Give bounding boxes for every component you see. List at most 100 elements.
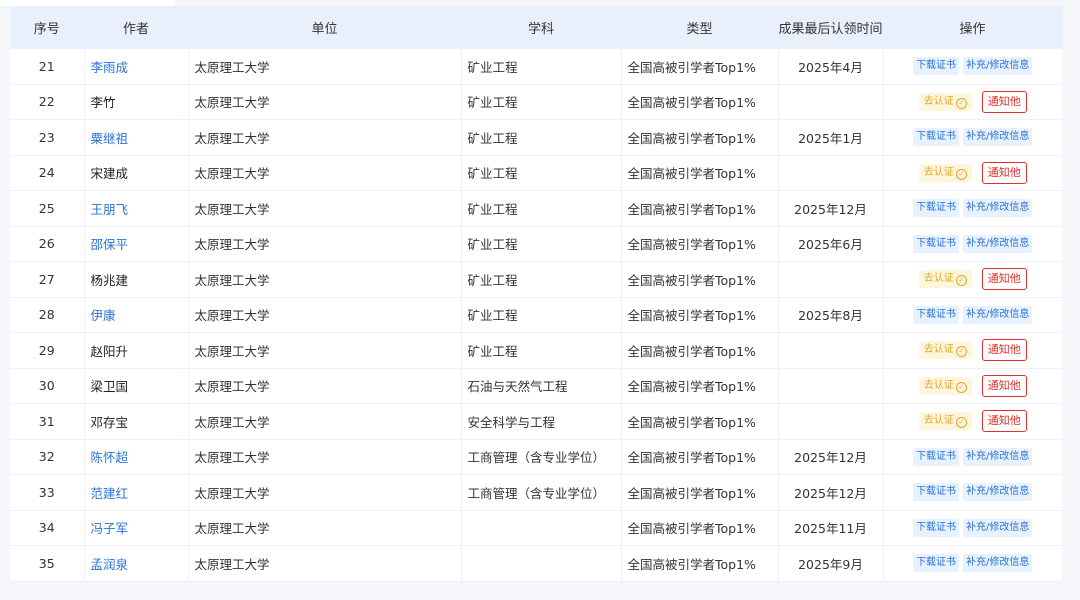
cell-author: 孟润泉 (84, 545, 189, 582)
author-link[interactable]: 李雨成 (91, 60, 129, 75)
table-row: 27 杨兆建 太原理工大学 矿业工程 全国高被引学者Top1% 去认证 ✓ 通知他 (10, 261, 1062, 298)
cell-unit: 太原理工大学 (188, 403, 462, 440)
table-row: 23 粟继祖 太原理工大学 矿业工程 全国高被引学者Top1% 2025年1月 下载证书 补充… (10, 119, 1062, 156)
table-row: 33 范建红 太原理工大学 工商管理（含专业学位） 全国高被引学者Top1% 2025年1… (10, 474, 1062, 511)
notify-button[interactable]: 通知他 (981, 339, 1027, 362)
download-certificate-button[interactable]: 下载证书 (913, 518, 960, 537)
cell-type: 全国高被引学者Top1% (621, 119, 779, 156)
cell-subject: 矿业工程 (461, 332, 622, 369)
cell-unit: 太原理工大学 (188, 545, 462, 582)
cell-author: 王朋飞 (84, 190, 189, 227)
cell-author: 邓存宝 (84, 403, 189, 440)
verify-button[interactable]: 去认证 ✓ (918, 412, 972, 431)
cell-unit: 太原理工大学 (188, 439, 462, 475)
cell-unit: 太原理工大学 (188, 119, 462, 156)
verify-label: 去认证 (923, 95, 954, 107)
table-row: 21 李雨成 太原理工大学 矿业工程 全国高被引学者Top1% 2025年4月 下载证书 补充… (10, 49, 1062, 85)
edit-info-button[interactable]: 补充/修改信息 (963, 483, 1033, 502)
download-certificate-button[interactable]: 下载证书 (913, 483, 960, 502)
verify-label: 去认证 (923, 273, 954, 285)
cell-subject: 工商管理（含专业学位） (461, 439, 622, 475)
verify-button[interactable]: 去认证 ✓ (918, 163, 972, 182)
cell-author: 梁卫国 (84, 368, 189, 404)
edit-info-button[interactable]: 补充/修改信息 (963, 554, 1033, 573)
notify-button[interactable]: 通知他 (981, 161, 1027, 184)
cell-idx: 29 (10, 332, 85, 369)
download-certificate-button[interactable]: 下载证书 (913, 447, 960, 466)
cell-type: 全国高被引学者Top1% (621, 439, 779, 475)
table-row: 24 宋建成 太原理工大学 矿业工程 全国高被引学者Top1% 去认证 ✓ 通知他 (10, 155, 1062, 191)
cell-ops: 下载证书 补充/修改信息 (883, 297, 1062, 333)
cell-idx: 30 (10, 368, 85, 404)
notify-button[interactable]: 通知他 (981, 410, 1027, 433)
author-link[interactable]: 伊康 (91, 308, 116, 323)
table-row: 32 陈怀超 太原理工大学 工商管理（含专业学位） 全国高被引学者Top1% 2025年1… (10, 439, 1062, 475)
edit-info-button[interactable]: 补充/修改信息 (963, 518, 1033, 537)
verify-button[interactable]: 去认证 ✓ (918, 341, 972, 360)
cell-unit: 太原理工大学 (188, 155, 462, 191)
cell-subject: 安全科学与工程 (461, 403, 622, 440)
author-link[interactable]: 范建红 (91, 486, 129, 501)
edit-info-button[interactable]: 补充/修改信息 (963, 128, 1033, 147)
download-certificate-button[interactable]: 下载证书 (913, 128, 960, 147)
check-circle-icon: ✓ (955, 346, 967, 358)
cell-type: 全国高被引学者Top1% (621, 510, 779, 546)
cell-time: 2025年6月 (778, 226, 884, 262)
cell-type: 全国高被引学者Top1% (621, 474, 779, 511)
cell-time: 2025年1月 (778, 119, 884, 156)
cell-unit: 太原理工大学 (188, 368, 462, 404)
cell-author: 赵阳升 (84, 332, 189, 369)
cell-unit: 太原理工大学 (188, 84, 462, 120)
check-circle-icon: ✓ (955, 97, 967, 109)
cell-time (778, 332, 884, 369)
cell-subject: 工商管理（含专业学位） (461, 474, 622, 511)
edit-info-button[interactable]: 补充/修改信息 (963, 305, 1033, 324)
cell-idx: 22 (10, 84, 85, 120)
verify-button[interactable]: 去认证 ✓ (918, 270, 972, 289)
download-certificate-button[interactable]: 下载证书 (913, 554, 960, 573)
verify-button[interactable]: 去认证 ✓ (918, 92, 972, 111)
cell-author: 邵保平 (84, 226, 189, 262)
scholar-table: 序号 作者 单位 学科 类型 成果最后认领时间 操作 21 李雨成 太原理工大学 矿业… (10, 6, 1063, 582)
author-link[interactable]: 冯子军 (91, 521, 129, 536)
table-row: 22 李竹 太原理工大学 矿业工程 全国高被引学者Top1% 去认证 ✓ 通知他 (10, 84, 1062, 120)
notify-button[interactable]: 通知他 (981, 90, 1027, 113)
author-link[interactable]: 邵保平 (91, 237, 129, 252)
edit-info-button[interactable]: 补充/修改信息 (963, 57, 1033, 76)
table-row: 26 邵保平 太原理工大学 矿业工程 全国高被引学者Top1% 2025年6月 下载证书 补充… (10, 226, 1062, 262)
author-name: 杨兆建 (90, 272, 129, 288)
cell-ops: 去认证 ✓ 通知他 (883, 84, 1062, 120)
download-certificate-button[interactable]: 下载证书 (913, 199, 960, 218)
cell-ops: 下载证书 补充/修改信息 (883, 510, 1062, 546)
edit-info-button[interactable]: 补充/修改信息 (963, 447, 1033, 466)
author-link[interactable]: 陈怀超 (91, 450, 129, 465)
cell-ops: 去认证 ✓ 通知他 (883, 261, 1062, 298)
cell-time (778, 261, 884, 298)
cell-author: 粟继祖 (84, 119, 189, 156)
cell-ops: 下载证书 补充/修改信息 (883, 474, 1062, 511)
scholar-table-container: 序号 作者 单位 学科 类型 成果最后认领时间 操作 21 李雨成 太原理工大学 矿业… (10, 6, 1063, 582)
cell-author: 陈怀超 (84, 439, 189, 475)
cell-ops: 去认证 ✓ 通知他 (883, 403, 1062, 440)
notify-button[interactable]: 通知他 (981, 374, 1027, 397)
cell-subject: 矿业工程 (461, 49, 622, 85)
download-certificate-button[interactable]: 下载证书 (913, 305, 960, 324)
cell-type: 全国高被引学者Top1% (621, 403, 779, 440)
author-link[interactable]: 孟润泉 (91, 557, 129, 572)
cell-idx: 32 (10, 439, 85, 475)
author-link[interactable]: 粟继祖 (91, 131, 129, 146)
author-link[interactable]: 王朋飞 (91, 202, 129, 217)
download-certificate-button[interactable]: 下载证书 (913, 57, 960, 76)
notify-button[interactable]: 通知他 (981, 268, 1027, 291)
cell-unit: 太原理工大学 (188, 226, 462, 262)
edit-info-button[interactable]: 补充/修改信息 (963, 199, 1033, 218)
edit-info-button[interactable]: 补充/修改信息 (963, 234, 1033, 253)
verify-button[interactable]: 去认证 ✓ (918, 376, 972, 395)
cell-ops: 去认证 ✓ 通知他 (883, 332, 1062, 369)
table-row: 35 孟润泉 太原理工大学 全国高被引学者Top1% 2025年9月 下载证书 补充/修改信… (10, 545, 1062, 582)
cell-time: 2025年8月 (778, 297, 884, 333)
download-certificate-button[interactable]: 下载证书 (913, 234, 960, 253)
cell-time: 2025年9月 (778, 545, 884, 582)
cell-ops: 下载证书 补充/修改信息 (883, 545, 1062, 582)
cell-author: 范建红 (84, 474, 189, 511)
